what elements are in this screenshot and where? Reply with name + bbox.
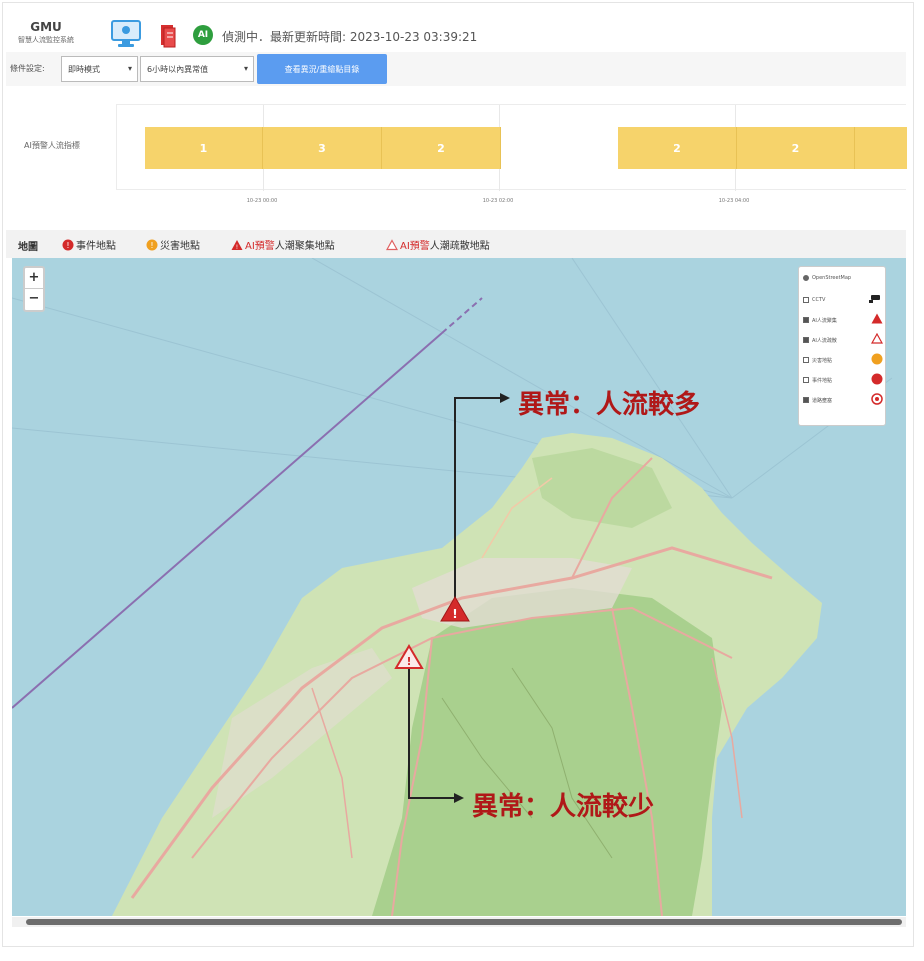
layer-label: AI人流聚集 (812, 317, 837, 324)
alert-triangle-solid-icon (871, 313, 883, 324)
traffic-target-icon (871, 393, 883, 405)
checkbox-icon[interactable] (803, 397, 809, 403)
map-scrollbar[interactable] (12, 917, 906, 927)
legend-ai-label: AI預警 (245, 241, 275, 252)
layer-row-event[interactable]: 事件地點 (803, 373, 883, 387)
layer-row-osm[interactable]: OpenStreetMap (803, 271, 883, 285)
filter-label: 條件設定: (10, 64, 45, 73)
checkbox-icon[interactable] (803, 377, 809, 383)
legend-disaster-label: 災害地點 (160, 241, 200, 252)
ai-status-badge: AI (193, 25, 213, 45)
logo-subtitle: 智慧人流監控系統 (18, 36, 74, 44)
layer-label: CCTV (812, 297, 826, 303)
zoom-in-button[interactable]: + (25, 268, 43, 289)
zoom-control: + − (23, 266, 45, 312)
legend-event: ! 事件地點 (62, 237, 116, 252)
layer-row-traffic[interactable]: 道路壅塞 (803, 393, 883, 407)
legend-disaster: ! 災害地點 (146, 237, 200, 252)
svg-text:!: ! (452, 607, 457, 621)
checkbox-icon[interactable] (803, 357, 809, 363)
timeline-bar-partial[interactable] (855, 127, 907, 169)
report-icon[interactable] (160, 24, 176, 48)
timeline-bar[interactable]: 3 (263, 127, 382, 169)
svg-text:!: ! (150, 241, 153, 250)
legend-crowd-more: ! AI預警 人潮聚集地點 (231, 237, 335, 252)
alert-triangle-solid-icon: ! (231, 239, 243, 251)
chevron-down-icon: ▾ (127, 64, 132, 73)
map-title: 地圖 (18, 242, 38, 253)
filter-toolbar: 條件設定: 即時模式 ▾ 6小時以內異常值 ▾ 查看異況/重繪點目錄 (6, 52, 906, 86)
event-marker-icon: ! (62, 239, 74, 250)
layer-control: OpenStreetMap CCTV AI人流聚集 AI人流疏散 災害地點 事件… (798, 266, 886, 426)
app-logo: GMU 智慧人流監控系統 (18, 20, 74, 45)
monitor-icon[interactable] (110, 19, 142, 49)
timeline-tick: 10-23 04:00 (718, 198, 750, 204)
cctv-camera-icon (869, 295, 880, 303)
chevron-down-icon: ▾ (243, 64, 248, 73)
checkbox-icon[interactable] (803, 297, 809, 303)
timeline-label: AI預警人流指標 (24, 141, 80, 150)
legend-crowd-less: AI預警 人潮疏散地點 (386, 237, 490, 252)
mode-select-value: 即時模式 (68, 65, 100, 74)
annotation-crowd-more: 異常：人流較多 (518, 390, 701, 420)
timeline-bar[interactable]: 1 (145, 127, 263, 169)
timeline-tick: 10-23 02:00 (482, 198, 514, 204)
layer-label: 事件地點 (812, 377, 833, 384)
layer-label: AI人流疏散 (812, 337, 837, 344)
layer-label: 災害地點 (812, 357, 833, 364)
range-select[interactable]: 6小時以內異常值 ▾ (140, 56, 254, 82)
scrollbar-thumb[interactable] (26, 919, 902, 925)
mode-select[interactable]: 即時模式 ▾ (61, 56, 138, 82)
view-anomaly-button[interactable]: 查看異況/重繪點目錄 (257, 54, 387, 84)
svg-text:!: ! (66, 241, 69, 250)
detection-status-text: 偵測中．最新更新時間: 2023-10-23 03:39:21 (222, 30, 478, 44)
legend-crowd-more-label: 人潮聚集地點 (274, 241, 335, 252)
disaster-marker-icon: ! (146, 239, 158, 250)
alert-triangle-outline-icon[interactable]: ! (394, 644, 424, 670)
checkbox-icon[interactable] (803, 337, 809, 343)
disaster-marker-icon (871, 353, 883, 365)
timeline-bar[interactable]: 2 (382, 127, 501, 169)
logo-title: GMU (30, 20, 62, 34)
range-select-value: 6小時以內異常值 (147, 65, 209, 74)
timeline-panel: AI預警人流指標 1 3 2 2 2 10-23 00:00 10-23 02:… (6, 88, 907, 218)
checkbox-icon[interactable] (803, 317, 809, 323)
timeline-bar[interactable]: 2 (618, 127, 737, 169)
layer-row-disaster[interactable]: 災害地點 (803, 353, 883, 367)
layer-label: 道路壅塞 (812, 397, 833, 404)
legend-ai-label: AI預警 (400, 241, 430, 252)
legend-crowd-less-label: 人潮疏散地點 (429, 241, 490, 252)
layer-row-cctv[interactable]: CCTV (803, 293, 883, 307)
radio-icon[interactable] (803, 275, 809, 281)
timeline-tick: 10-23 00:00 (246, 198, 278, 204)
zoom-out-button[interactable]: − (25, 289, 43, 310)
alert-triangle-outline-icon (871, 333, 883, 344)
layer-row-crowd-less[interactable]: AI人流疏散 (803, 333, 883, 347)
timeline-bar[interactable]: 2 (737, 127, 855, 169)
layer-label: OpenStreetMap (812, 275, 852, 281)
event-marker-icon (871, 373, 883, 385)
map-base-layer (12, 258, 893, 916)
map-legend-bar: 地圖 ! 事件地點 ! 災害地點 ! AI預警 人潮聚集地點 AI預警 人潮疏散… (6, 230, 906, 258)
alert-triangle-outline-icon (386, 238, 398, 250)
annotation-crowd-less: 異常：人流較少 (472, 792, 655, 822)
layer-row-crowd-more[interactable]: AI人流聚集 (803, 313, 883, 327)
svg-text:!: ! (236, 244, 238, 251)
alert-triangle-solid-icon[interactable]: ! (440, 596, 470, 622)
svg-text:!: ! (406, 655, 411, 668)
map-view[interactable]: ! ! 異常：人流較多 異常：人流較少 + − OpenStreetMap CC… (12, 258, 906, 916)
timeline-chart: 1 3 2 2 2 (116, 104, 907, 191)
legend-event-label: 事件地點 (76, 241, 116, 252)
